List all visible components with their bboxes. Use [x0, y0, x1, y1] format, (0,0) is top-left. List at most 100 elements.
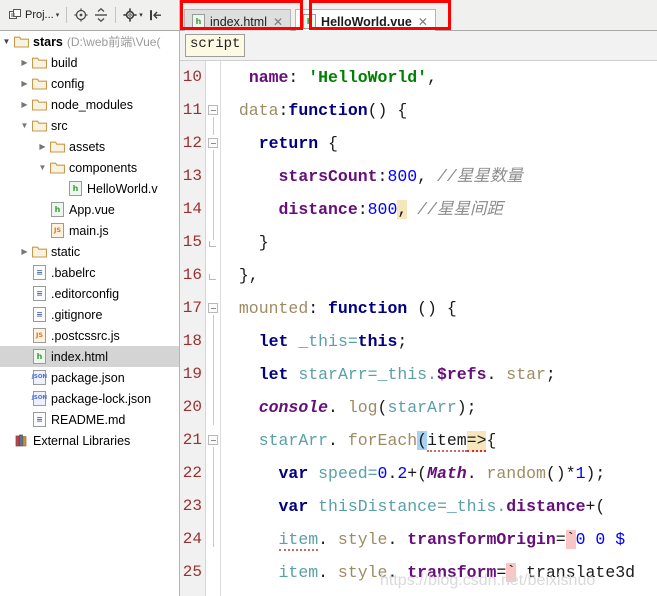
code-line-15[interactable]: } [221, 226, 657, 259]
code-line-10[interactable]: name: 'HelloWorld', [221, 61, 657, 94]
tree-item-main-js[interactable]: JS main.js [0, 220, 179, 241]
code-line-21[interactable]: starArr. forEach(item=>{ [221, 424, 657, 457]
code-line-19[interactable]: let starArr=_this.$refs. star; [221, 358, 657, 391]
token-method-log: log [337, 398, 378, 417]
fold-marker-return[interactable] [208, 138, 218, 148]
token-dot: . [318, 530, 329, 549]
fold-marker-foreach[interactable] [208, 435, 218, 445]
token-colon: : [377, 167, 388, 186]
token-number: 2 [397, 464, 408, 483]
js-file-icon: JS [31, 328, 48, 343]
fold-gutter[interactable] [206, 61, 220, 596]
code-line-22[interactable]: var speed=0.2+(Math. random()*1); [221, 457, 657, 490]
code-line-13[interactable]: starsCount:800, //星星数量 [221, 160, 657, 193]
tree-item-node-modules[interactable]: ▶ node_modules [0, 94, 179, 115]
tree-item-assets[interactable]: ▶ assets [0, 136, 179, 157]
tree-label: HelloWorld.v [87, 181, 158, 196]
file-type-glyph: ≡ [33, 265, 46, 280]
fold-marker-data[interactable] [208, 105, 218, 115]
code-line-11[interactable]: data:function() { [221, 94, 657, 127]
code-line-18[interactable]: let _this=this; [221, 325, 657, 358]
token-rest: () { [407, 299, 457, 318]
code-line-25[interactable]: item. style. transform=` translate3d [221, 556, 657, 589]
tab-index-html[interactable]: h index.html ✕ [184, 9, 292, 33]
tree-item-package-json[interactable]: JSON package.json [0, 367, 179, 388]
token-rest: { [318, 134, 338, 153]
token-comment: //星星间距 [417, 200, 503, 219]
settings-button[interactable]: ▾ [120, 4, 146, 26]
code-line-14[interactable]: distance:800, //星星间距 [221, 193, 657, 226]
toolbar-divider-1 [66, 7, 68, 23]
tree-item-components[interactable]: ▼ components [0, 157, 179, 178]
token-variable: speed= [308, 464, 378, 483]
tree-item--postcssrc-js[interactable]: JS .postcssrc.js [0, 325, 179, 346]
tree-item--babelrc[interactable]: ≡ .babelrc [0, 262, 179, 283]
tree-item--editorconfig[interactable]: ≡ .editorconfig [0, 283, 179, 304]
folder-icon [31, 57, 48, 69]
line-number: 23 [182, 497, 202, 515]
close-icon[interactable]: ✕ [273, 16, 283, 28]
tree-item-package-lock-json[interactable]: JSON package-lock.json [0, 388, 179, 409]
tree-label: .babelrc [51, 265, 96, 280]
chevron-right-icon[interactable]: ▶ [18, 247, 31, 256]
token-keyword-this: this [357, 332, 398, 351]
tree-item-readme-md[interactable]: ≡ README.md [0, 409, 179, 430]
project-tree-panel[interactable]: ▼ stars (D:\web前端\Vue( ▶ build ▶ config ▶ nod… [0, 31, 180, 596]
tab-helloworld-vue[interactable]: h HelloWorld.vue ✕ [295, 9, 436, 33]
hide-panel-button[interactable] [146, 4, 166, 26]
token-dot: . [328, 431, 338, 450]
code-line-20[interactable]: console. log(starArr); [221, 391, 657, 424]
code-line-24[interactable]: item. style. transformOrigin=`0 0 $ [221, 523, 657, 556]
line-number: 14 [182, 200, 202, 218]
chevron-right-icon[interactable]: ▶ [18, 79, 31, 88]
folder-icon [49, 141, 66, 153]
tree-item-external-libraries[interactable]: External Libraries [0, 430, 179, 451]
code-line-23[interactable]: var thisDistance=_this.distance+( [221, 490, 657, 523]
token-variable: _this= [288, 332, 358, 351]
token-field-transformorigin: transformOrigin [397, 530, 556, 549]
token-ref-name: star [496, 365, 546, 384]
tree-row-root[interactable]: ▼ stars (D:\web前端\Vue( [0, 31, 179, 52]
tree-item-build[interactable]: ▶ build [0, 52, 179, 73]
fold-marker-mounted[interactable] [208, 303, 218, 313]
chevron-right-icon[interactable]: ▶ [36, 142, 49, 151]
project-dropdown-icon [9, 8, 22, 22]
tree-item-static[interactable]: ▶ static [0, 241, 179, 262]
breadcrumb-item-script[interactable]: script [185, 34, 246, 57]
collapse-all-button[interactable] [91, 4, 111, 26]
token-number: 1 [575, 464, 586, 483]
token-key: mounted [238, 299, 309, 318]
locate-target-button[interactable] [71, 4, 91, 26]
chevron-right-icon[interactable]: ▶ [18, 58, 31, 67]
tree-item--gitignore[interactable]: ≡ .gitignore [0, 304, 179, 325]
tree-item-src[interactable]: ▼ src [0, 115, 179, 136]
token-field-transform: transform [397, 563, 497, 582]
chevron-down-icon[interactable]: ▼ [36, 163, 49, 172]
code-line-17[interactable]: mounted: function () { [221, 292, 657, 325]
vue-file-icon: h [67, 181, 84, 196]
token-keyword-let: let [258, 365, 289, 384]
code-line-16[interactable]: }, [221, 259, 657, 292]
chevron-down-icon[interactable]: ▼ [0, 37, 13, 46]
tree-item-app-vue[interactable]: h App.vue [0, 199, 179, 220]
file-type-glyph: h [51, 202, 64, 217]
token-method-foreach: forEach [337, 431, 418, 450]
tree-label: index.html [51, 349, 108, 364]
code-line-12[interactable]: return { [221, 127, 657, 160]
project-toolwindow-button[interactable]: Proj... ▾ [6, 4, 62, 26]
tree-item-helloworld-v[interactable]: h HelloWorld.v [0, 178, 179, 199]
code-lines[interactable]: name: 'HelloWorld', data:function() { re… [220, 61, 657, 596]
body-row: ▼ stars (D:\web前端\Vue( ▶ build ▶ config ▶ nod… [0, 31, 657, 596]
text-file-icon: ≡ [31, 265, 48, 280]
line-number: 22 [182, 464, 202, 482]
token-number: 800 [367, 200, 398, 219]
token-method-random: random [476, 464, 546, 483]
line-number: 19 [182, 365, 202, 383]
code-area[interactable]: 10 11 12 13 14 15 16 17 18 19 20 21 22 2… [180, 61, 657, 596]
chevron-down-icon[interactable]: ▼ [18, 121, 31, 130]
chevron-right-icon[interactable]: ▶ [18, 100, 31, 109]
tree-item-config[interactable]: ▶ config [0, 73, 179, 94]
tree-item-index-html[interactable]: h index.html [0, 346, 179, 367]
text-file-icon: ≡ [31, 307, 48, 322]
close-icon[interactable]: ✕ [418, 16, 428, 28]
